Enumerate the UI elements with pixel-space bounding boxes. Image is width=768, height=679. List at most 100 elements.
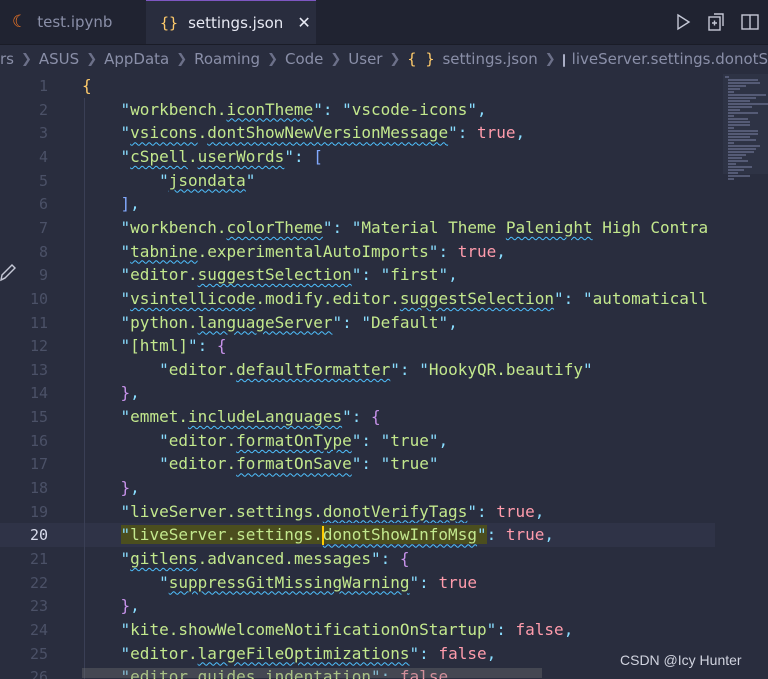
run-icon[interactable] xyxy=(674,13,692,31)
breadcrumb-segment[interactable]: ASUS xyxy=(39,50,79,68)
code-line[interactable]: 9 "editor.suggestSelection": "first", xyxy=(0,263,715,287)
code-text: }, xyxy=(120,478,140,498)
code-line[interactable]: 13 "editor.defaultFormatter": "HookyQR.b… xyxy=(0,358,715,382)
breadcrumb-segment[interactable]: Code xyxy=(285,50,323,68)
minimap-line xyxy=(728,145,760,147)
line-number: 14 xyxy=(29,384,48,403)
minimap-line xyxy=(728,142,734,144)
horizontal-scrollbar[interactable] xyxy=(82,668,542,678)
breadcrumb-segment[interactable]: Roaming xyxy=(194,50,260,68)
code-line[interactable]: 18 }, xyxy=(0,476,715,500)
code-line[interactable]: 20 "liveServer.settings.donotShowInfoMsg… xyxy=(0,523,715,548)
code-line[interactable]: 6 ], xyxy=(0,192,715,216)
jupyter-icon: ☾ xyxy=(12,12,28,32)
code-line[interactable]: 10 "vsintellicode.modify.editor.suggestS… xyxy=(0,287,715,311)
code-text: "tabnine.experimentalAutoImports": true, xyxy=(120,241,506,261)
line-number: 22 xyxy=(29,573,48,592)
line-number: 24 xyxy=(29,620,48,639)
minimap-line xyxy=(728,109,740,111)
minimap[interactable] xyxy=(723,74,768,184)
code-line[interactable]: 22 "suppressGitMissingWarning": true xyxy=(0,571,715,595)
code-line[interactable]: 4 "cSpell.userWords": [ xyxy=(0,145,715,169)
code-text: "vsintellicode.modify.editor.suggestSele… xyxy=(120,288,709,308)
code-line[interactable]: 12 "[html]": { xyxy=(0,334,715,358)
code-line[interactable]: 5 "jsondata" xyxy=(0,169,715,193)
breadcrumb-segment[interactable]: User xyxy=(348,50,382,68)
minimap-line xyxy=(728,88,740,90)
minimap-line xyxy=(728,148,756,150)
code-line[interactable]: 24 "kite.showWelcomeNotificationOnStartu… xyxy=(0,618,715,642)
minimap-line xyxy=(728,169,744,171)
line-number: 3 xyxy=(38,124,48,143)
code-text: "kite.showWelcomeNotificationOnStartup":… xyxy=(120,619,574,639)
breadcrumb-file[interactable]: settings.json xyxy=(442,50,537,68)
code-text: "editor.largeFileOptimizations": false, xyxy=(120,643,497,663)
minimap-line xyxy=(728,178,734,180)
line-number: 2 xyxy=(38,100,48,119)
code-text: "cSpell.userWords": [ xyxy=(120,146,323,166)
minimap-line xyxy=(728,115,734,117)
code-line[interactable]: 23 }, xyxy=(0,594,715,618)
code-text: }, xyxy=(120,383,140,403)
code-line[interactable]: 21 "gitlens.advanced.messages": { xyxy=(0,547,715,571)
braces-icon: { } xyxy=(407,50,435,68)
breadcrumb-segment[interactable]: AppData xyxy=(104,50,169,68)
close-icon[interactable]: ✕ xyxy=(297,13,310,32)
code-line[interactable]: 1{ xyxy=(0,74,715,98)
code-line[interactable]: 16 "editor.formatOnType": "true", xyxy=(0,429,715,453)
code-line[interactable]: 8 "tabnine.experimentalAutoImports": tru… xyxy=(0,240,715,264)
code-line[interactable]: 14 }, xyxy=(0,381,715,405)
minimap-line xyxy=(728,118,748,120)
minimap-line xyxy=(728,175,750,177)
code-line[interactable]: 25 "editor.largeFileOptimizations": fals… xyxy=(0,642,715,666)
code-text: "gitlens.advanced.messages": { xyxy=(120,549,410,568)
minimap-line xyxy=(728,91,734,93)
chevron-right-icon: ❯ xyxy=(86,51,98,67)
code-line[interactable]: 17 "editor.formatOnSave": "true" xyxy=(0,452,715,476)
line-number: 15 xyxy=(29,408,48,427)
chevron-right-icon: ❯ xyxy=(389,51,401,67)
code-text: "editor.formatOnType": "true", xyxy=(159,430,449,450)
breadcrumb-segment[interactable]: rs xyxy=(0,50,14,68)
minimap-line xyxy=(725,76,729,78)
chevron-right-icon: ❯ xyxy=(544,51,556,67)
tab-settings-json[interactable]: {} settings.json ✕ xyxy=(146,0,316,44)
line-number: 16 xyxy=(29,431,48,450)
line-number: 25 xyxy=(29,644,48,663)
code-text: "python.languageServer": "Default", xyxy=(120,312,458,332)
code-line[interactable]: 2 "workbench.iconTheme": "vscode-icons", xyxy=(0,98,715,122)
line-number: 10 xyxy=(29,289,48,308)
minimap-line xyxy=(728,121,750,123)
minimap-line xyxy=(728,79,758,81)
tab-label: test.ipynb xyxy=(37,13,113,31)
minimap-line xyxy=(728,133,758,135)
line-number: 7 xyxy=(38,218,48,237)
breadcrumb-symbol[interactable]: liveServer.settings.donotShowInfo xyxy=(572,50,768,68)
line-number: 17 xyxy=(29,455,48,474)
line-number: 20 xyxy=(29,526,48,545)
code-line[interactable]: 15 "emmet.includeLanguages": { xyxy=(0,405,715,429)
code-line[interactable]: 7 "workbench.colorTheme": "Material Them… xyxy=(0,216,715,240)
tab-test-ipynb[interactable]: ☾ test.ipynb xyxy=(0,0,140,44)
code-text: }, xyxy=(120,596,140,616)
open-changes-icon[interactable] xyxy=(706,12,726,32)
code-line[interactable]: 19 "liveServer.settings.donotVerifyTags"… xyxy=(0,500,715,524)
code-text: "workbench.iconTheme": "vscode-icons", xyxy=(120,99,487,119)
code-text: "liveServer.settings.donotVerifyTags": t… xyxy=(120,501,545,521)
code-text: "jsondata" xyxy=(159,170,256,190)
code-editor[interactable]: 1{2 "workbench.iconTheme": "vscode-icons… xyxy=(0,74,720,679)
chevron-right-icon: ❯ xyxy=(20,51,32,67)
pencil-icon[interactable] xyxy=(0,262,18,284)
tab-bar: ☾ test.ipynb {} settings.json ✕ xyxy=(0,0,768,45)
property-icon xyxy=(562,53,565,67)
code-text: ], xyxy=(120,194,140,214)
split-editor-icon[interactable] xyxy=(740,12,760,32)
line-number: 21 xyxy=(29,550,48,568)
minimap-line xyxy=(728,172,738,174)
code-text: "vsicons.dontShowNewVersionMessage": tru… xyxy=(120,123,526,143)
code-line[interactable]: 11 "python.languageServer": "Default", xyxy=(0,311,715,335)
minimap-line xyxy=(728,139,756,141)
code-line[interactable]: 3 "vsicons.dontShowNewVersionMessage": t… xyxy=(0,121,715,145)
code-text: "editor.defaultFormatter": "HookyQR.beau… xyxy=(159,359,593,379)
braces-icon: {} xyxy=(160,13,179,32)
